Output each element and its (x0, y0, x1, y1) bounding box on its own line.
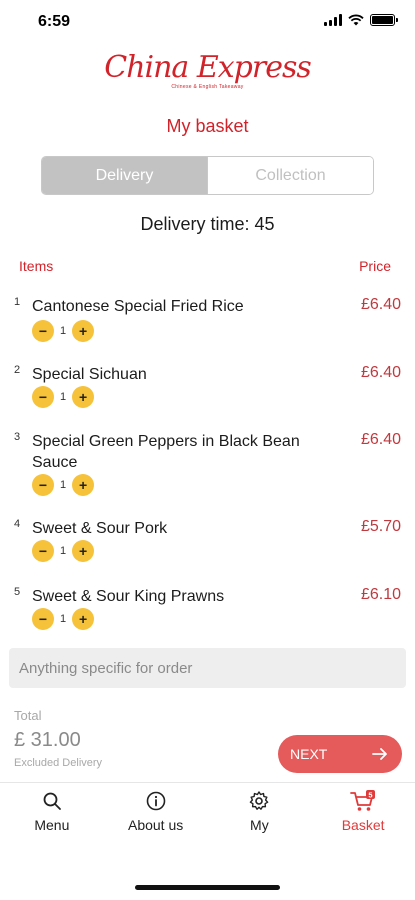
next-button-label: NEXT (290, 746, 328, 762)
home-indicator (135, 885, 280, 890)
tab-my[interactable]: My (208, 783, 312, 842)
cart-icon: 5 (350, 790, 376, 811)
delivery-option[interactable]: Delivery (42, 157, 207, 194)
decrease-quantity-button[interactable]: − (32, 608, 54, 630)
brand-tagline: Chinese & English Takeaway (171, 84, 244, 90)
collection-option[interactable]: Collection (207, 157, 373, 194)
item-name: Special Sichuan (32, 366, 147, 383)
increase-quantity-button[interactable]: + (72, 474, 95, 496)
status-icons (324, 14, 398, 26)
item-index: 1 (14, 296, 21, 308)
quantity-value: 1 (60, 325, 67, 337)
search-icon (43, 792, 61, 810)
status-bar: 6:59 (0, 0, 415, 44)
quantity-stepper: − 1 + (32, 386, 95, 408)
tab-label: About us (127, 817, 184, 833)
item-price: £5.70 (360, 518, 401, 535)
order-notes-input[interactable]: Anything specific for order (9, 648, 406, 688)
quantity-value: 1 (60, 479, 67, 491)
info-icon (146, 791, 165, 811)
total-value: £ 31.00 (14, 729, 81, 751)
item-price: £6.40 (360, 431, 401, 448)
arrow-right-icon (372, 748, 387, 760)
increase-quantity-button[interactable]: + (72, 608, 95, 630)
item-index: 5 (14, 586, 21, 598)
item-price: £6.40 (360, 364, 401, 381)
increase-quantity-button[interactable]: + (72, 320, 95, 342)
signal-icon (324, 14, 342, 26)
quantity-value: 1 (60, 613, 67, 625)
tab-about-us[interactable]: About us (104, 783, 208, 842)
item-index: 3 (14, 431, 21, 443)
item-name: Sweet & Sour King Prawns (32, 588, 225, 605)
quantity-value: 1 (60, 545, 67, 557)
tab-menu[interactable]: Menu (0, 783, 104, 842)
decrease-quantity-button[interactable]: − (32, 386, 54, 408)
quantity-stepper: − 1 + (32, 608, 95, 630)
quantity-stepper: − 1 + (32, 320, 95, 342)
quantity-stepper: − 1 + (32, 540, 95, 562)
page-title: My basket (166, 116, 249, 136)
tab-bar: Menu About us My 5 Basket (0, 782, 415, 842)
item-price: £6.10 (360, 586, 401, 603)
item-name: Special Green Peppers in Black Bean Sauc… (32, 433, 300, 471)
decrease-quantity-button[interactable]: − (32, 540, 54, 562)
tab-label: Basket (341, 817, 385, 833)
item-name: Sweet & Sour Pork (32, 520, 168, 537)
order-mode-toggle: Delivery Collection (41, 156, 374, 195)
battery-icon (370, 14, 398, 26)
delivery-time: Delivery time: 45 (140, 214, 275, 234)
total-note: Excluded Delivery (14, 757, 103, 769)
tab-basket[interactable]: 5 Basket (311, 783, 415, 842)
gear-icon (250, 791, 269, 810)
item-price: £6.40 (360, 296, 401, 313)
increase-quantity-button[interactable]: + (72, 540, 95, 562)
cart-badge: 5 (369, 790, 373, 799)
brand-logo: China Express Chinese & English Takeaway (0, 50, 415, 90)
wifi-icon (348, 14, 364, 26)
item-index: 4 (14, 518, 21, 530)
next-button[interactable]: NEXT (278, 735, 402, 773)
total-label: Total (14, 708, 42, 723)
item-name: Cantonese Special Fried Rice (32, 298, 244, 315)
increase-quantity-button[interactable]: + (72, 386, 95, 408)
status-time: 6:59 (38, 13, 71, 30)
quantity-value: 1 (60, 391, 67, 403)
price-column-header: Price (359, 258, 391, 274)
decrease-quantity-button[interactable]: − (32, 474, 54, 496)
tab-label: My (250, 817, 269, 833)
decrease-quantity-button[interactable]: − (32, 320, 54, 342)
items-column-header: Items (19, 258, 54, 274)
tab-label: Menu (34, 817, 70, 833)
brand-name: China Express (104, 50, 312, 85)
quantity-stepper: − 1 + (32, 474, 95, 496)
item-index: 2 (14, 364, 21, 376)
